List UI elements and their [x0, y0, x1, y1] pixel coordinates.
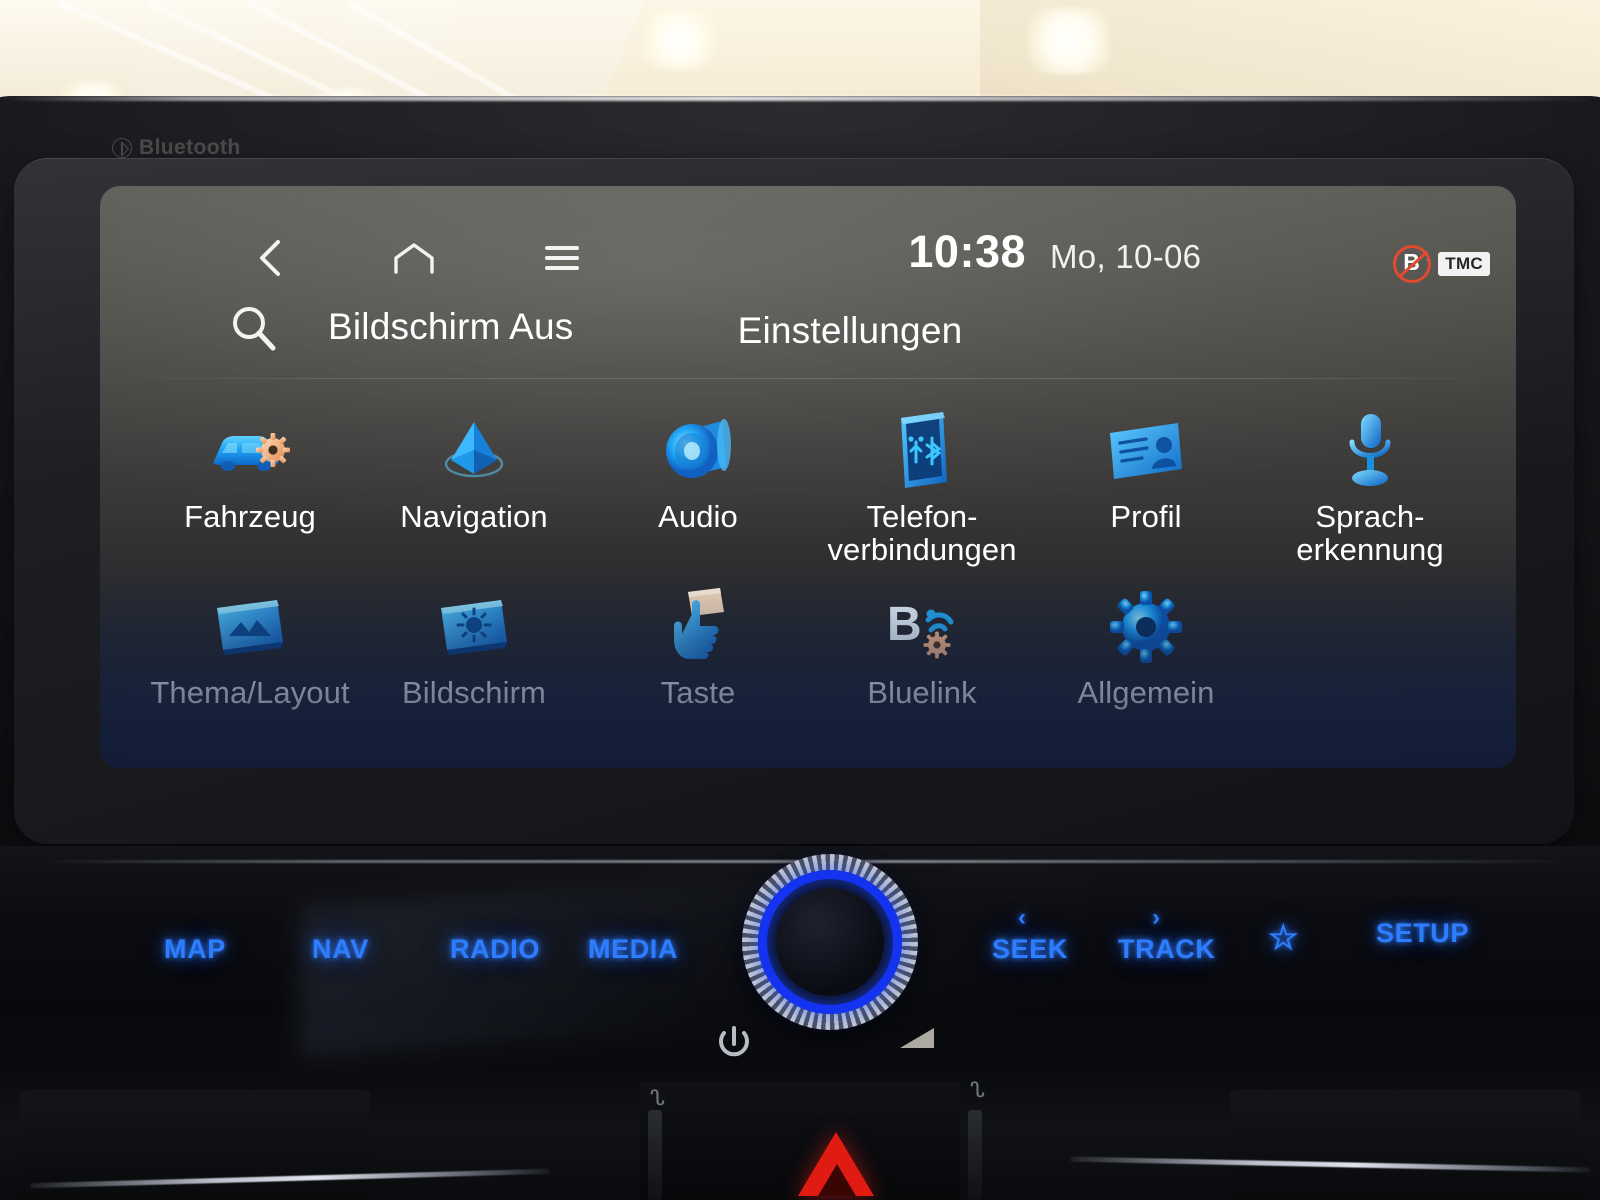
- hw-button-radio[interactable]: RADIO: [450, 934, 540, 965]
- header-row: Bildschirm Aus Einstellungen: [100, 298, 1516, 360]
- date-display: Mo, 10-06: [1050, 238, 1202, 275]
- microphone-icon: [1322, 408, 1418, 494]
- home-button[interactable]: [390, 234, 438, 282]
- menu-tile-label: Fahrzeug: [184, 499, 316, 534]
- knob-face: [776, 888, 884, 996]
- slot-hook-icon: ᔐ: [650, 1087, 665, 1110]
- menu-tile-thema-layout[interactable]: Thema/Layout: [138, 582, 362, 709]
- menu-tile-bluelink[interactable]: B Bluelink: [810, 582, 1034, 709]
- menu-tile-label: Allgemein: [1077, 675, 1215, 710]
- header-divider: [116, 378, 1500, 379]
- track-chevron-right-icon[interactable]: ›: [1152, 904, 1160, 932]
- menu-tile-empty: [1258, 582, 1482, 709]
- volume-knob[interactable]: [742, 854, 918, 1030]
- hazard-triangle-inner: [818, 1164, 856, 1196]
- menu-tile-label: Navigation: [400, 499, 548, 534]
- clock: 10:38: [908, 226, 1026, 277]
- trim-wedge: [900, 1028, 934, 1048]
- air-vent-right: [1230, 1090, 1580, 1200]
- power-icon[interactable]: [712, 1022, 756, 1066]
- ceiling-light: [1028, 8, 1110, 74]
- tmc-badge: TMC: [1438, 252, 1490, 276]
- hw-button-nav[interactable]: NAV: [312, 934, 369, 965]
- menu-tile-label: Taste: [660, 675, 736, 710]
- menu-tile-bildschirm[interactable]: Bildschirm: [362, 582, 586, 709]
- back-button[interactable]: [246, 234, 294, 282]
- menu-tile-fahrzeug[interactable]: Fahrzeug: [138, 392, 362, 567]
- theme-layout-icon: [202, 584, 298, 670]
- hw-button-media[interactable]: MEDIA: [588, 934, 678, 965]
- console-slot-left: [648, 1110, 662, 1200]
- infotainment-photo: Bluetooth 10:38 Mo, 10-06 B ⁾ TMC Bildsc…: [0, 0, 1600, 1200]
- settings-grid-row2: Thema/Layout Bildschirm Taste B Bluelink…: [138, 582, 1482, 709]
- page-title: Einstellungen: [737, 310, 963, 351]
- bluetooth-logo: Bluetooth: [112, 131, 342, 165]
- menu-tile-telefonverbindungen[interactable]: Telefon- verbindungen: [810, 392, 1034, 567]
- svg-text:B: B: [887, 598, 922, 651]
- menu-button[interactable]: [538, 234, 586, 282]
- bluetooth-icon: [112, 138, 132, 158]
- navigation-arrow-icon: [426, 408, 522, 494]
- status-indicators: B ⁾ TMC: [1393, 245, 1490, 283]
- status-bar: 10:38 Mo, 10-06 B ⁾ TMC: [100, 226, 1516, 292]
- hw-button-map[interactable]: MAP: [164, 934, 226, 965]
- menu-tile-label: Bluelink: [867, 675, 977, 710]
- gear-icon: [1098, 584, 1194, 670]
- menu-tile-label: Thema/Layout: [150, 675, 350, 710]
- menu-tile-taste[interactable]: Taste: [586, 582, 810, 709]
- star-icon[interactable]: ☆: [1268, 918, 1299, 958]
- speaker-icon: [650, 408, 746, 494]
- bluelink-icon: B: [874, 584, 970, 670]
- profile-card-icon: [1098, 408, 1194, 494]
- menu-tile-navigation[interactable]: Navigation: [362, 392, 586, 567]
- button-press-icon: [650, 584, 746, 670]
- settings-grid-row1: Fahrzeug Navigation Audio Telefon- verbi…: [138, 392, 1482, 567]
- infotainment-display[interactable]: 10:38 Mo, 10-06 B ⁾ TMC Bildschirm Aus E: [100, 186, 1516, 768]
- menu-tile-label: Profil: [1110, 499, 1182, 534]
- menu-tile-label: Bildschirm: [402, 675, 546, 710]
- console-slot-right: [968, 1110, 982, 1200]
- seek-chevron-left-icon[interactable]: ‹: [1018, 904, 1026, 932]
- hw-button-track[interactable]: TRACK: [1118, 934, 1216, 965]
- phone-connections-icon: [874, 408, 970, 494]
- bluetooth-logo-text: Bluetooth: [139, 136, 241, 159]
- disabled-slash: [1393, 245, 1432, 283]
- hw-button-seek[interactable]: SEEK: [992, 934, 1068, 965]
- vehicle-settings-icon: [202, 408, 298, 494]
- menu-tile-label: Telefon- verbindungen: [827, 499, 1017, 568]
- menu-tile-profil[interactable]: Profil: [1034, 392, 1258, 567]
- bluelink-disabled-icon: B ⁾: [1393, 245, 1432, 283]
- menu-tile-label: Sprach- erkennung: [1296, 499, 1444, 568]
- display-brightness-icon: [426, 584, 522, 670]
- menu-tile-label: Audio: [658, 499, 738, 534]
- menu-tile-allgemein[interactable]: Allgemein: [1034, 582, 1258, 709]
- ceiling-light: [642, 10, 716, 70]
- dashboard-top-edge: [0, 96, 1600, 101]
- hw-button-setup[interactable]: SETUP: [1376, 918, 1469, 949]
- slot-hook-icon: ᔐ: [970, 1079, 985, 1102]
- menu-tile-spracherkennung[interactable]: Sprach- erkennung: [1258, 392, 1482, 567]
- menu-tile-audio[interactable]: Audio: [586, 392, 810, 567]
